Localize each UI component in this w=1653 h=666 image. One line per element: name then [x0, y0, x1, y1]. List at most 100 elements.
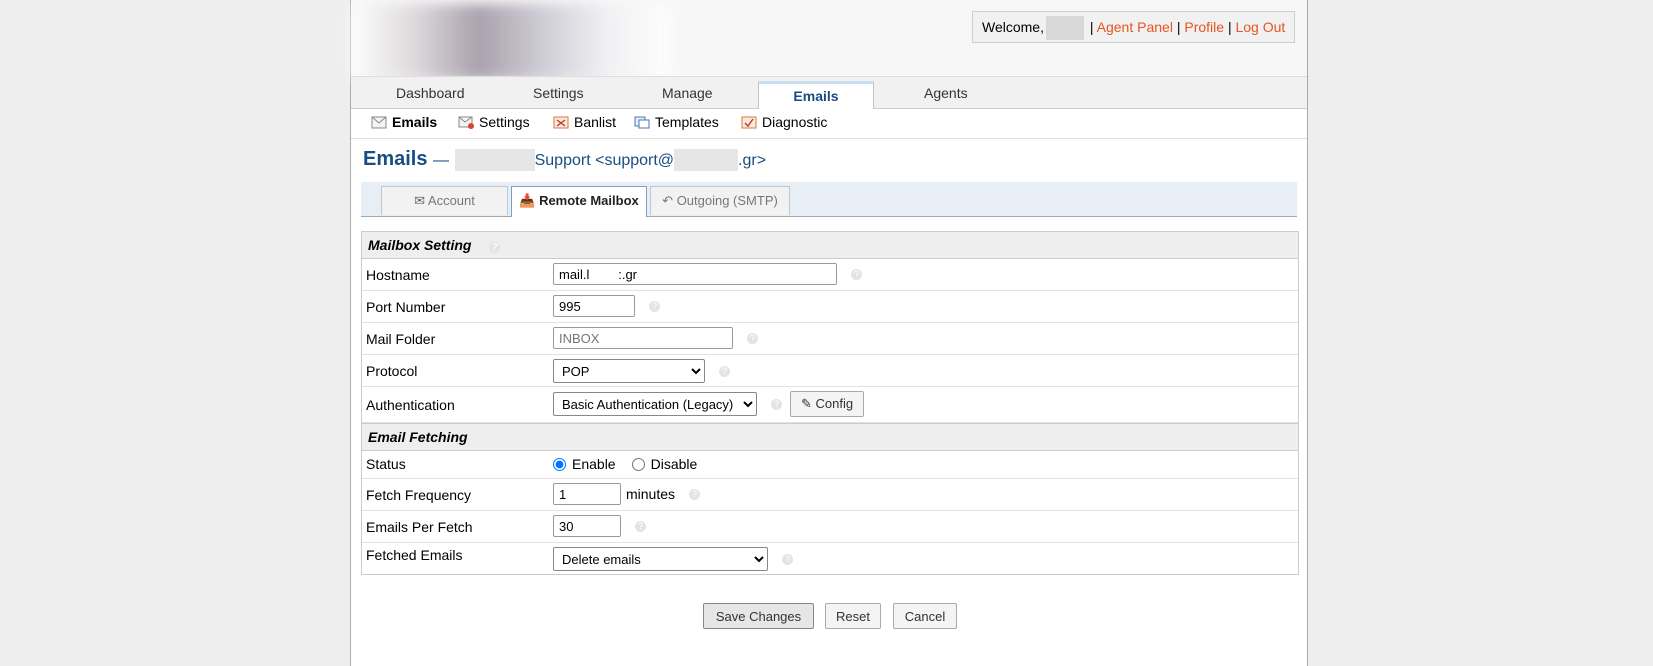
help-icon[interactable]: ?	[851, 268, 862, 280]
help-icon[interactable]: ?	[771, 398, 782, 410]
separator: |	[1227, 19, 1232, 35]
subnav-diagnostic[interactable]: Diagnostic	[741, 114, 827, 130]
templates-icon	[634, 116, 650, 128]
subnav-emails[interactable]: Emails	[371, 114, 437, 130]
help-icon[interactable]: ?	[782, 553, 793, 565]
page-title: Emails — Support <support@ .gr>	[363, 148, 766, 171]
help-icon[interactable]: ?	[719, 365, 730, 377]
tab-account[interactable]: ✉ Account	[381, 186, 508, 215]
tab-settings[interactable]: Settings	[533, 85, 584, 101]
row-mail-folder: Mail Folder ?	[362, 323, 1298, 355]
separator: |	[1176, 19, 1181, 35]
redacted-domain	[674, 148, 739, 171]
status-disable-label: Disable	[650, 456, 698, 472]
logo[interactable]	[351, 4, 671, 80]
mailbox-name: Support <support@	[534, 152, 675, 169]
page-title-text: Emails	[363, 148, 428, 170]
status-enable-label: Enable	[572, 456, 616, 472]
port-input[interactable]	[553, 295, 635, 317]
tab-outgoing-label: Outgoing (SMTP)	[676, 193, 778, 208]
hostname-label: Hostname	[366, 267, 430, 283]
username-redacted	[1045, 16, 1084, 41]
page-container: Welcome, | Agent Panel | Profile | Log O…	[350, 0, 1308, 666]
subnav-emails-label: Emails	[392, 114, 438, 130]
main-nav: Dashboard Settings Manage Emails Agents	[351, 76, 1307, 109]
tab-account-label: Account	[427, 193, 475, 208]
edit-icon: ✎	[801, 396, 812, 411]
tab-emails[interactable]: Emails	[758, 81, 874, 109]
protocol-label: Protocol	[366, 363, 418, 379]
row-protocol: Protocol POP ?	[362, 355, 1298, 387]
cancel-button[interactable]: Cancel	[893, 603, 957, 629]
port-label: Port Number	[366, 299, 446, 315]
agent-panel-link[interactable]: Agent Panel	[1097, 19, 1173, 35]
tab-outgoing-smtp[interactable]: ↶ Outgoing (SMTP)	[650, 186, 790, 215]
welcome-text: Welcome,	[982, 19, 1044, 35]
row-hostname: Hostname ?	[362, 259, 1298, 291]
envelope-icon	[371, 116, 387, 128]
reset-button[interactable]: Reset	[825, 603, 881, 629]
help-icon[interactable]: ?	[649, 300, 660, 312]
logout-link[interactable]: Log Out	[1235, 19, 1285, 35]
mailbox-domain-end: .gr>	[738, 152, 767, 169]
subnav-diagnostic-label: Diagnostic	[762, 114, 828, 130]
row-fetched-emails: Fetched Emails Delete emails ?	[362, 543, 1298, 574]
help-icon[interactable]: ?	[489, 242, 501, 253]
config-button[interactable]: ✎ Config	[790, 391, 865, 417]
tab-dashboard[interactable]: Dashboard	[396, 85, 465, 101]
header: Welcome, | Agent Panel | Profile | Log O…	[351, 0, 1307, 80]
emails-per-fetch-label: Emails Per Fetch	[366, 519, 473, 535]
fetch-frequency-label: Fetch Frequency	[366, 487, 472, 503]
fetch-frequency-input[interactable]	[553, 483, 621, 505]
mail-folder-input[interactable]	[553, 327, 733, 349]
welcome-bar: Welcome, | Agent Panel | Profile | Log O…	[972, 11, 1296, 43]
section-title: Email Fetching	[368, 429, 468, 445]
inbox-icon: 📥	[519, 193, 536, 208]
redacted-name	[454, 148, 535, 171]
mail-folder-label: Mail Folder	[366, 331, 436, 347]
row-fetch-frequency: Fetch Frequency minutes ?	[362, 479, 1298, 511]
help-icon[interactable]: ?	[635, 520, 646, 532]
subnav-settings-label: Settings	[479, 114, 530, 130]
fetched-emails-select[interactable]: Delete emails	[553, 547, 768, 571]
row-authentication: Authentication Basic Authentication (Leg…	[362, 387, 1298, 423]
email-settings-icon	[458, 116, 474, 129]
row-port: Port Number ?	[362, 291, 1298, 323]
row-status: Status Enable Disable	[362, 451, 1298, 479]
reply-icon: ↶	[662, 193, 674, 208]
status-label: Status	[366, 456, 406, 472]
section-title: Mailbox Setting	[368, 237, 472, 253]
fetch-frequency-unit: minutes	[626, 486, 676, 502]
tab-remote-mailbox-label: Remote Mailbox	[539, 193, 639, 208]
envelope-icon: ✉	[414, 193, 425, 208]
status-disable-radio[interactable]	[631, 457, 645, 471]
emails-per-fetch-input[interactable]	[553, 515, 621, 537]
section-mailbox-setting: Mailbox Setting ?	[362, 232, 1298, 259]
profile-link[interactable]: Profile	[1184, 19, 1224, 35]
title-dash: —	[433, 152, 450, 169]
separator: |	[1089, 19, 1094, 35]
row-emails-per-fetch: Emails Per Fetch ?	[362, 511, 1298, 543]
save-changes-button[interactable]: Save Changes	[703, 603, 814, 629]
authentication-select[interactable]: Basic Authentication (Legacy)	[553, 392, 757, 416]
subnav-templates[interactable]: Templates	[634, 114, 719, 130]
help-icon[interactable]: ?	[689, 488, 701, 500]
hostname-input[interactable]	[553, 263, 837, 285]
subnav-banlist[interactable]: Banlist	[553, 114, 616, 130]
subnav-templates-label: Templates	[655, 114, 719, 130]
help-icon[interactable]: ?	[747, 332, 758, 344]
tab-remote-mailbox[interactable]: 📥 Remote Mailbox	[511, 186, 647, 217]
tab-manage[interactable]: Manage	[662, 85, 713, 101]
tab-agents[interactable]: Agents	[924, 85, 968, 101]
diagnostic-icon	[741, 116, 757, 128]
banlist-icon	[553, 116, 569, 128]
protocol-select[interactable]: POP	[553, 359, 705, 383]
subnav-banlist-label: Banlist	[574, 114, 617, 130]
status-enable-radio[interactable]	[553, 457, 566, 471]
settings-tabs: ✉ Account 📥 Remote Mailbox ↶ Outgoing (S…	[361, 182, 1297, 217]
subnav-settings[interactable]: Settings	[458, 114, 530, 130]
config-label: Config	[815, 396, 854, 411]
sub-nav: Emails Settings Banlist Templates Diagno…	[351, 108, 1307, 139]
fetched-emails-label: Fetched Emails	[366, 547, 463, 563]
authentication-label: Authentication	[366, 397, 455, 413]
